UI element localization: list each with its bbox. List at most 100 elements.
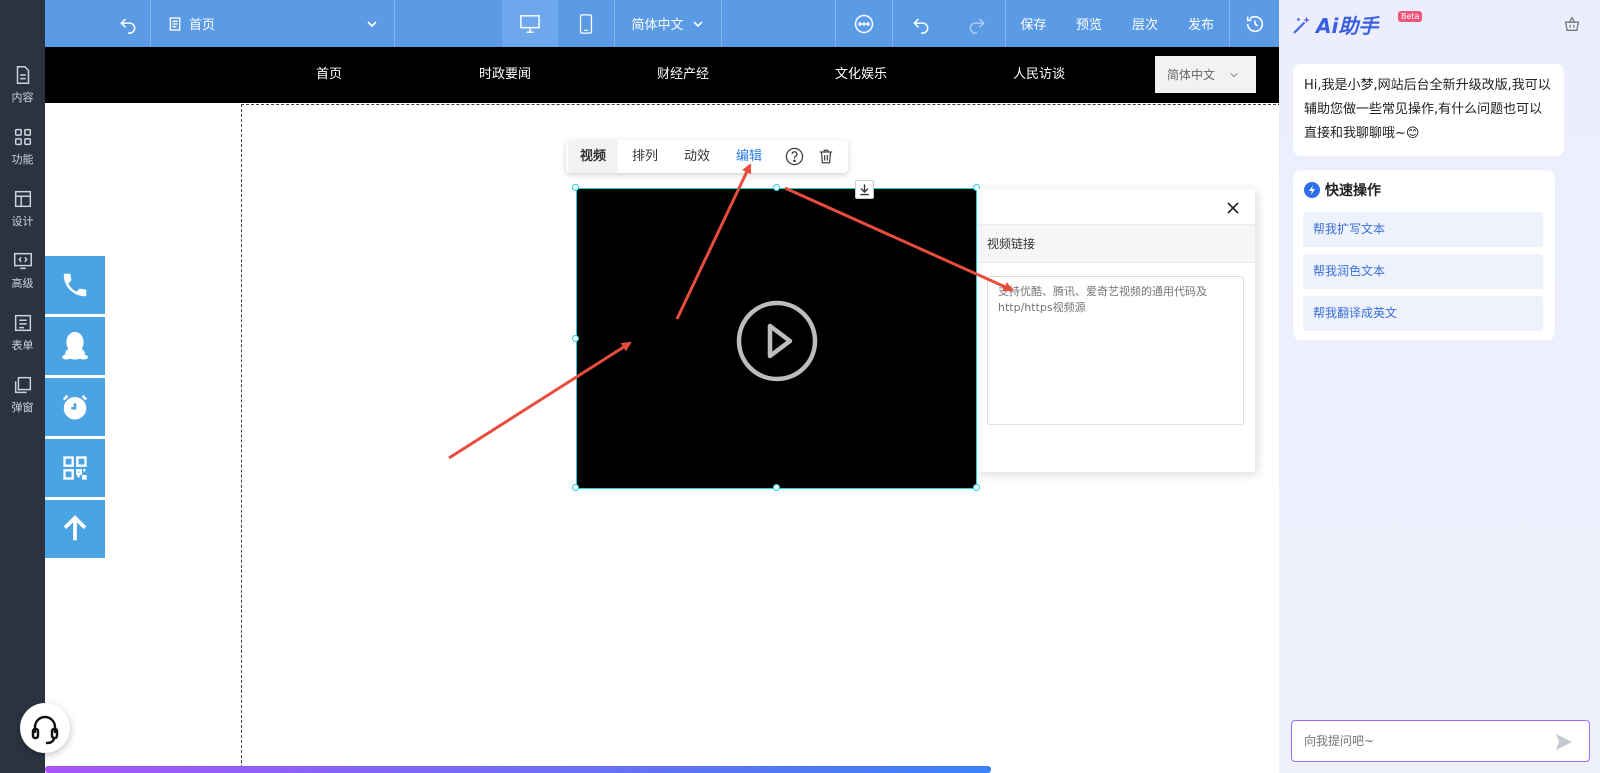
page-icon — [169, 16, 181, 31]
site-language-select[interactable]: 简体中文 — [1155, 56, 1256, 93]
preview-button[interactable]: 预览 — [1061, 0, 1117, 47]
desktop-icon — [520, 14, 540, 33]
close-icon[interactable] — [1226, 201, 1240, 215]
element-context-toolbar: 视频 排列 动效 编辑 — [566, 140, 848, 173]
resize-handle[interactable] — [572, 484, 579, 491]
sidebar-item-design[interactable]: 设计 — [0, 178, 45, 238]
video-edit-panel: 视频链接 — [977, 189, 1255, 472]
back-button[interactable] — [105, 0, 150, 47]
tab-animation[interactable]: 动效 — [673, 140, 721, 173]
language-select-value: 简体中文 — [631, 18, 684, 33]
phone-icon — [63, 273, 87, 297]
chevron-down-icon — [367, 20, 377, 27]
resize-handle[interactable] — [773, 184, 780, 191]
resize-handle[interactable] — [572, 184, 579, 191]
redo-button[interactable] — [949, 0, 1005, 47]
sidebar-item-label: 高级 — [11, 277, 34, 290]
sidebar-item-content[interactable]: 内容 — [0, 54, 45, 114]
sidebar-item-label: 设计 — [11, 215, 34, 228]
mobile-view-button[interactable] — [558, 0, 614, 47]
sidebar-item-popup[interactable]: 弹窗 — [0, 364, 45, 424]
beta-badge: Beta — [1398, 11, 1423, 22]
video-element[interactable] — [576, 188, 977, 489]
nav-item-home[interactable]: 首页 — [316, 47, 342, 103]
form-icon — [14, 314, 31, 332]
quick-actions-card: 快速操作 帮我扩写文本 帮我润色文本 帮我翻译成英文 — [1293, 170, 1555, 340]
nav-item-interviews[interactable]: 人民访谈 — [1013, 47, 1065, 103]
resize-handle[interactable] — [773, 484, 780, 491]
basket-icon[interactable] — [1563, 15, 1581, 33]
lightning-icon — [1304, 182, 1320, 198]
tab-video[interactable]: 视频 — [568, 140, 618, 173]
save-button[interactable]: 保存 — [1006, 0, 1061, 47]
nav-item-politics[interactable]: 时政要闻 — [479, 47, 531, 103]
resize-handle[interactable] — [973, 484, 980, 491]
chevron-down-icon — [1230, 72, 1238, 77]
publish-button[interactable]: 发布 — [1173, 0, 1229, 47]
qq-icon — [62, 331, 88, 360]
trash-icon — [819, 149, 833, 164]
ai-question-input[interactable] — [1291, 720, 1590, 762]
nav-item-culture[interactable]: 文化娱乐 — [835, 47, 887, 103]
redo-icon — [969, 17, 985, 34]
mobile-icon — [579, 13, 593, 34]
history-button[interactable] — [1230, 0, 1279, 47]
headset-icon — [31, 715, 59, 745]
nav-item-finance[interactable]: 财经产经 — [657, 47, 709, 103]
play-icon[interactable] — [735, 299, 819, 383]
document-icon — [16, 66, 29, 84]
send-icon[interactable] — [1554, 732, 1574, 752]
ai-title: Ai助手 — [1316, 14, 1379, 38]
arrow-up-icon — [63, 515, 87, 541]
layers-button[interactable]: 层次 — [1117, 0, 1173, 47]
top-toolbar: 首页 简体中文 保存 预览 层次 发布 — [45, 0, 1279, 47]
more-button[interactable] — [836, 0, 892, 47]
download-button[interactable] — [855, 180, 874, 199]
desktop-view-button[interactable] — [502, 0, 558, 47]
sidebar-item-advanced[interactable]: 高级 — [0, 240, 45, 300]
sidebar-item-label: 功能 — [11, 153, 34, 166]
quick-action-translate[interactable]: 帮我翻译成英文 — [1303, 296, 1543, 331]
sidebar-item-forms[interactable]: 表单 — [0, 302, 45, 362]
float-alarm-button[interactable] — [45, 378, 105, 437]
left-sidebar: 内容 功能 设计 高级 表单 弹窗 — [0, 0, 45, 773]
alarm-clock-icon — [62, 394, 88, 420]
progress-bar — [45, 766, 991, 773]
undo-icon — [913, 17, 929, 34]
float-qrcode-button[interactable] — [45, 439, 105, 498]
float-phone-button[interactable] — [45, 256, 105, 315]
float-qq-button[interactable] — [45, 317, 105, 376]
sidebar-item-label: 弹窗 — [11, 401, 34, 414]
more-icon — [854, 14, 874, 33]
sidebar-item-label: 表单 — [11, 339, 34, 352]
ai-assistant-panel: Ai助手 Beta Hi,我是小梦,网站后台全新升级改版,我可以辅助您做一些常见… — [1279, 0, 1600, 773]
download-icon — [860, 184, 869, 196]
page-select-value: 首页 — [189, 18, 216, 33]
chevron-down-icon — [692, 20, 703, 27]
quick-action-expand[interactable]: 帮我扩写文本 — [1303, 212, 1543, 247]
popup-icon — [14, 376, 31, 394]
layout-icon — [14, 190, 31, 208]
sidebar-item-label: 内容 — [11, 91, 34, 104]
video-link-label: 视频链接 — [977, 224, 1255, 263]
sidebar-item-features[interactable]: 功能 — [0, 116, 45, 176]
delete-button[interactable] — [811, 140, 841, 173]
float-backtotop-button[interactable] — [45, 500, 105, 559]
site-nav: 首页 时政要闻 财经产经 文化娱乐 人民访谈 简体中文 — [45, 47, 1279, 103]
page-select[interactable]: 首页 — [151, 0, 394, 47]
support-button[interactable] — [20, 703, 70, 753]
quick-action-polish[interactable]: 帮我润色文本 — [1303, 254, 1543, 289]
help-button[interactable] — [779, 140, 809, 173]
resize-handle[interactable] — [572, 335, 579, 342]
ai-greeting-message: Hi,我是小梦,网站后台全新升级改版,我可以辅助您做一些常见操作,有什么问题也可… — [1293, 64, 1564, 156]
site-language-value: 简体中文 — [1167, 68, 1216, 82]
help-icon — [785, 147, 803, 166]
undo-button[interactable] — [893, 0, 949, 47]
qr-code-icon — [63, 456, 87, 480]
video-link-input[interactable] — [987, 276, 1244, 425]
language-select[interactable]: 简体中文 — [615, 0, 720, 47]
tab-edit[interactable]: 编辑 — [725, 140, 773, 173]
grid-icon — [14, 128, 31, 146]
tab-arrange[interactable]: 排列 — [621, 140, 669, 173]
code-monitor-icon — [13, 252, 32, 270]
